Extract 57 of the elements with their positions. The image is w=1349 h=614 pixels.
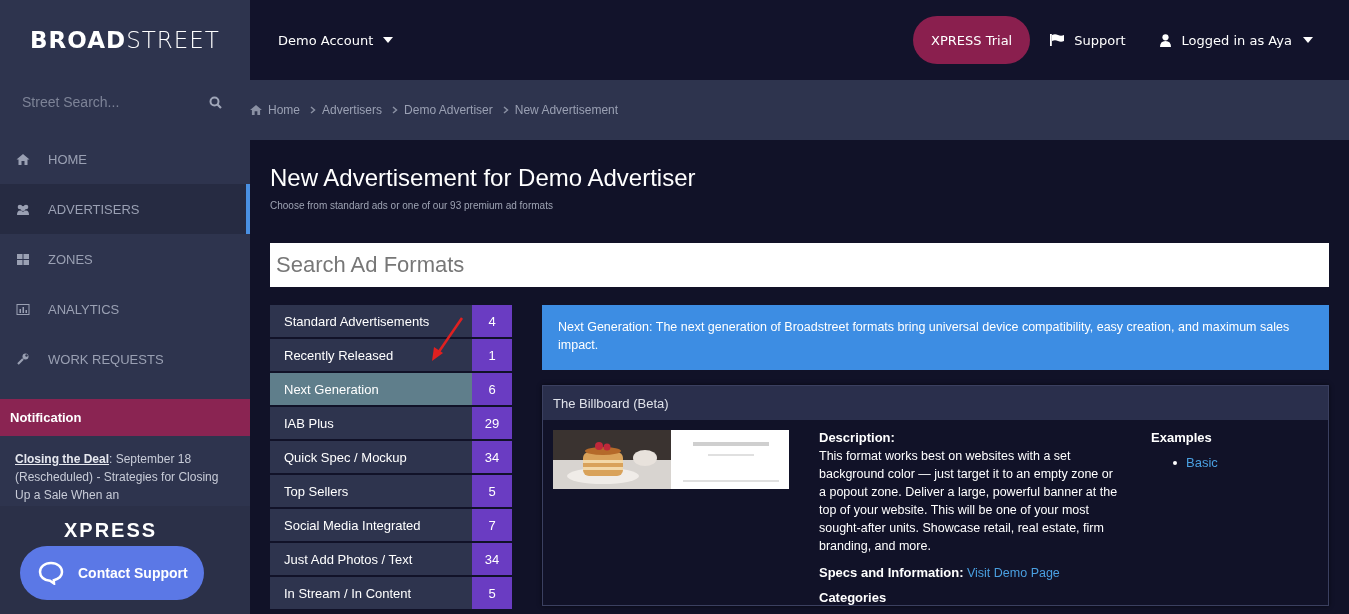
notification-header: Notification [0,399,250,436]
categories-label: Categories [819,590,888,605]
home-icon [250,105,262,115]
logo[interactable]: BROADSTREET [0,0,250,72]
notification-text: Closing the Deal: September 18 (Rescheduled) - Strategies for Closing Up a Sale When an [15,451,220,504]
home-icon [16,153,30,165]
account-dropdown[interactable]: Demo Account [278,32,394,48]
flag-icon [1050,34,1065,46]
category-item[interactable]: In Stream / In Content 5 [270,577,512,609]
contact-support-button[interactable]: Contact Support [20,546,204,600]
chevron-icon [392,106,399,114]
category-item[interactable]: Next Generation 6 [270,373,512,405]
breadcrumb-link[interactable]: Home [268,103,300,117]
users-icon [16,203,30,215]
info-banner: Next Generation: The next generation of Broadstreet formats bring universal device compatibility, easy creation, and maximum sales impact. [542,305,1329,370]
nav-item[interactable]: ZONES [0,234,250,284]
xpress-logo: XPRESS [64,520,158,540]
caret-icon [1303,37,1313,43]
category-item[interactable]: Top Sellers 5 [270,475,512,507]
description-label: Description: [819,430,896,445]
category-item[interactable]: Quick Spec / Mockup 34 [270,441,512,473]
description-text: This format works best on websites with a set background color — just target it to an empty zone or a popout zone. Deliver a large, powerful banner at the top of your website. This will be one of your most sought-after units. Showcase retail, real estate, firm branding, and more. [819,448,1119,555]
chart-icon [16,303,30,315]
nav-item[interactable]: ANALYTICS [0,284,250,334]
specs-label: Specs and Information: [819,565,964,580]
caret-icon [383,37,394,43]
category-item[interactable]: Just Add Photos / Text 34 [270,543,512,575]
breadcrumb-link[interactable]: Demo Advertiser [404,103,493,117]
chat-icon [38,561,64,585]
category-item[interactable]: IAB Plus 29 [270,407,512,439]
examples-label: Examples [1151,430,1213,445]
example-link[interactable]: Basic [1186,455,1218,470]
card-header: The Billboard (Beta) [543,386,1328,420]
chevron-icon [310,106,316,114]
nav-item[interactable]: HOME [0,134,250,184]
support-link[interactable]: Support [1050,32,1126,48]
page-title: New Advertisement for Demo Advertiser [270,164,697,192]
page-subtitle: Choose from standard ads or one of our 93 premium ad formats [270,200,554,211]
bullet-icon [1173,460,1177,465]
street-search-field[interactable]: Street Search... [20,93,209,111]
category-item[interactable]: Standard Advertisements 4 [270,305,512,337]
category-item[interactable]: Social Media Integrated 7 [270,509,512,541]
wrench-icon [16,353,30,365]
nav-item[interactable]: ADVERTISERS [0,184,250,234]
nav-item[interactable]: WORK REQUESTS [0,334,250,384]
category-item[interactable]: Recently Released 1 [270,339,512,371]
user-menu[interactable]: Logged in as Aya [1159,32,1313,48]
notification-link[interactable]: Closing the Deal [15,452,109,466]
breadcrumb-link[interactable]: New Advertisement [514,103,619,117]
search-icon[interactable] [209,95,222,109]
breadcrumb-link[interactable]: Advertisers [322,103,383,117]
demo-page-link[interactable]: Visit Demo Page [966,566,1060,580]
user-icon [1159,33,1171,47]
ad-format-search-field[interactable]: Search Ad Formats [270,243,1329,287]
chevron-icon [502,106,509,114]
grid-icon [16,253,30,265]
trial-button[interactable]: XPRESS Trial [913,16,1031,64]
